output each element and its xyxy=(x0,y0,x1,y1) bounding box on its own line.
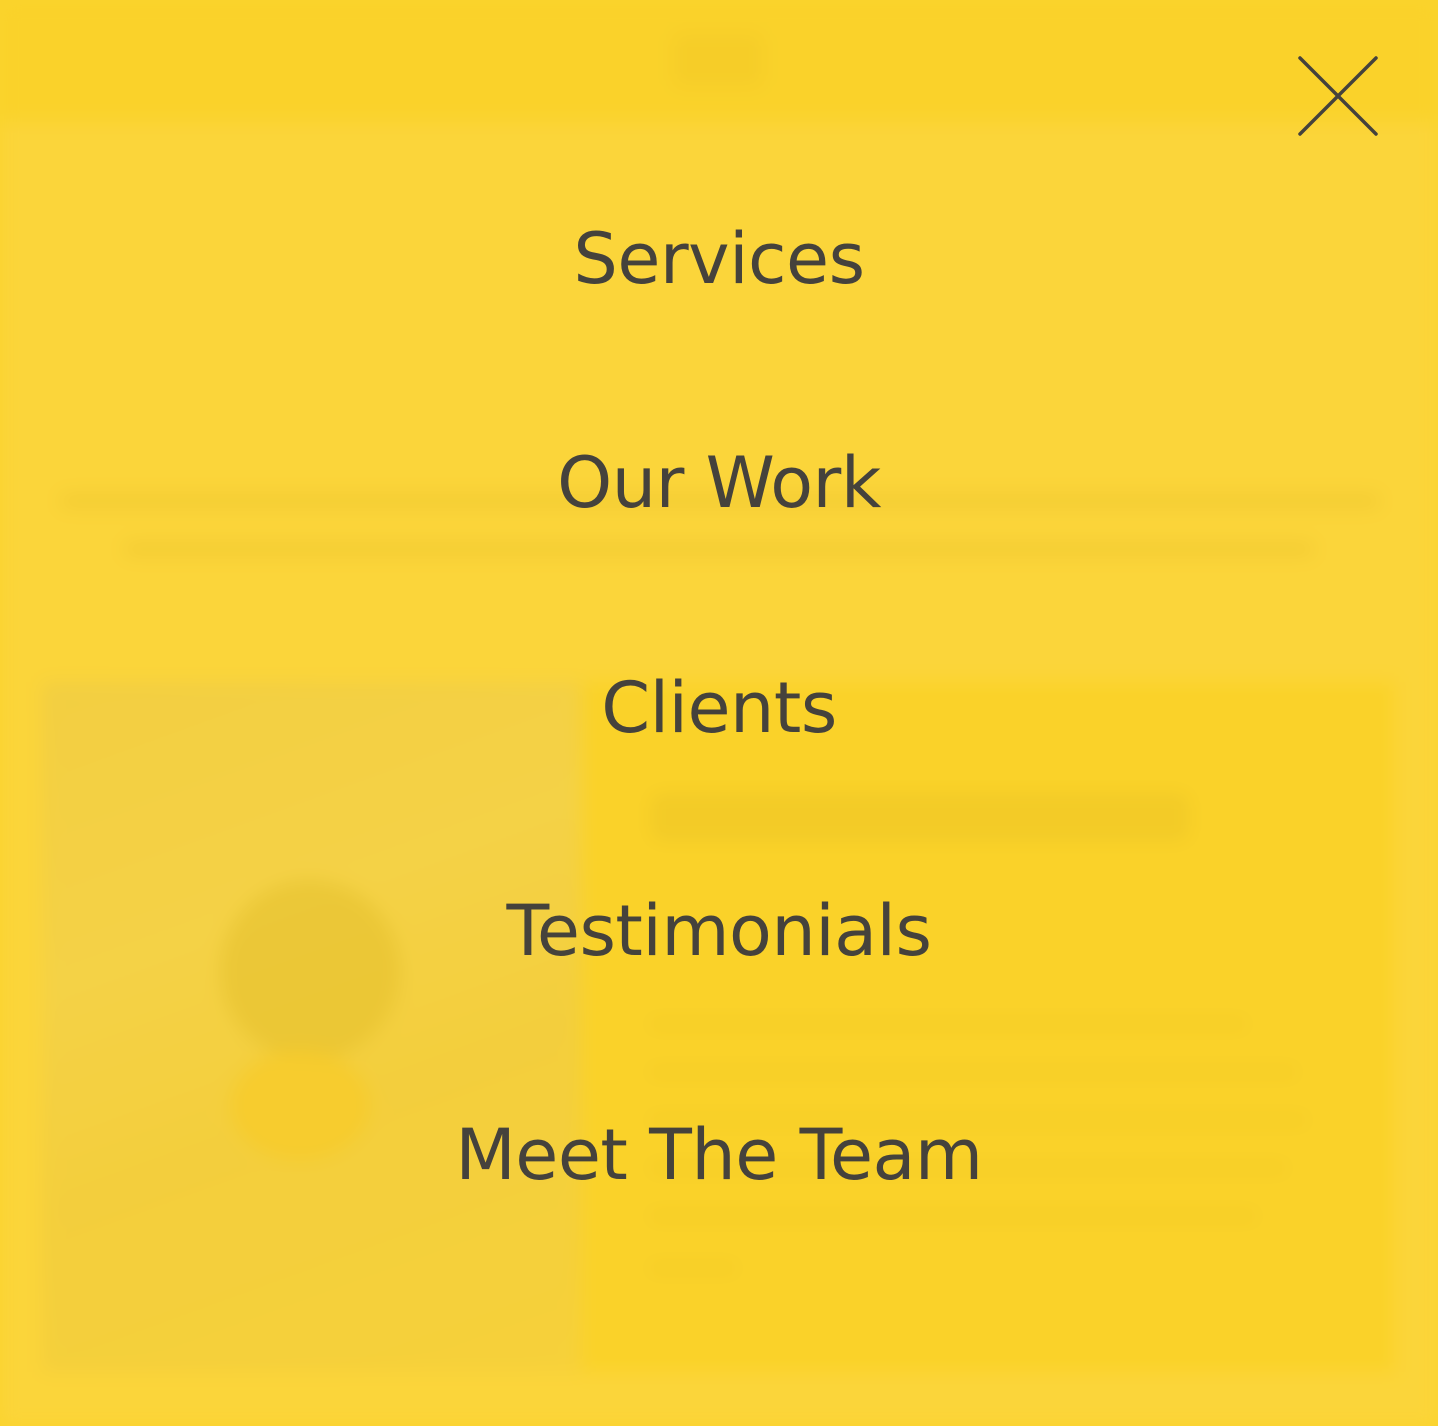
nav-item-testimonials: Testimonials xyxy=(0,886,1438,976)
nav-item-meet-the-team: Meet The Team xyxy=(0,1110,1438,1200)
menu-overlay: Services Our Work Clients Testimonials M… xyxy=(0,0,1438,1426)
nav-link-testimonials[interactable]: Testimonials xyxy=(507,886,932,976)
nav-link-our-work[interactable]: Our Work xyxy=(557,438,881,528)
close-icon xyxy=(1298,56,1378,136)
page: Services Our Work Clients Testimonials M… xyxy=(0,0,1438,1426)
nav-item-clients: Clients xyxy=(0,663,1438,753)
nav-item-services: Services xyxy=(0,214,1438,304)
nav-link-services[interactable]: Services xyxy=(573,214,865,304)
nav-link-clients[interactable]: Clients xyxy=(601,663,837,753)
close-menu-button[interactable] xyxy=(1294,52,1382,140)
nav-link-meet-the-team[interactable]: Meet The Team xyxy=(455,1110,983,1200)
nav-item-our-work: Our Work xyxy=(0,438,1438,528)
